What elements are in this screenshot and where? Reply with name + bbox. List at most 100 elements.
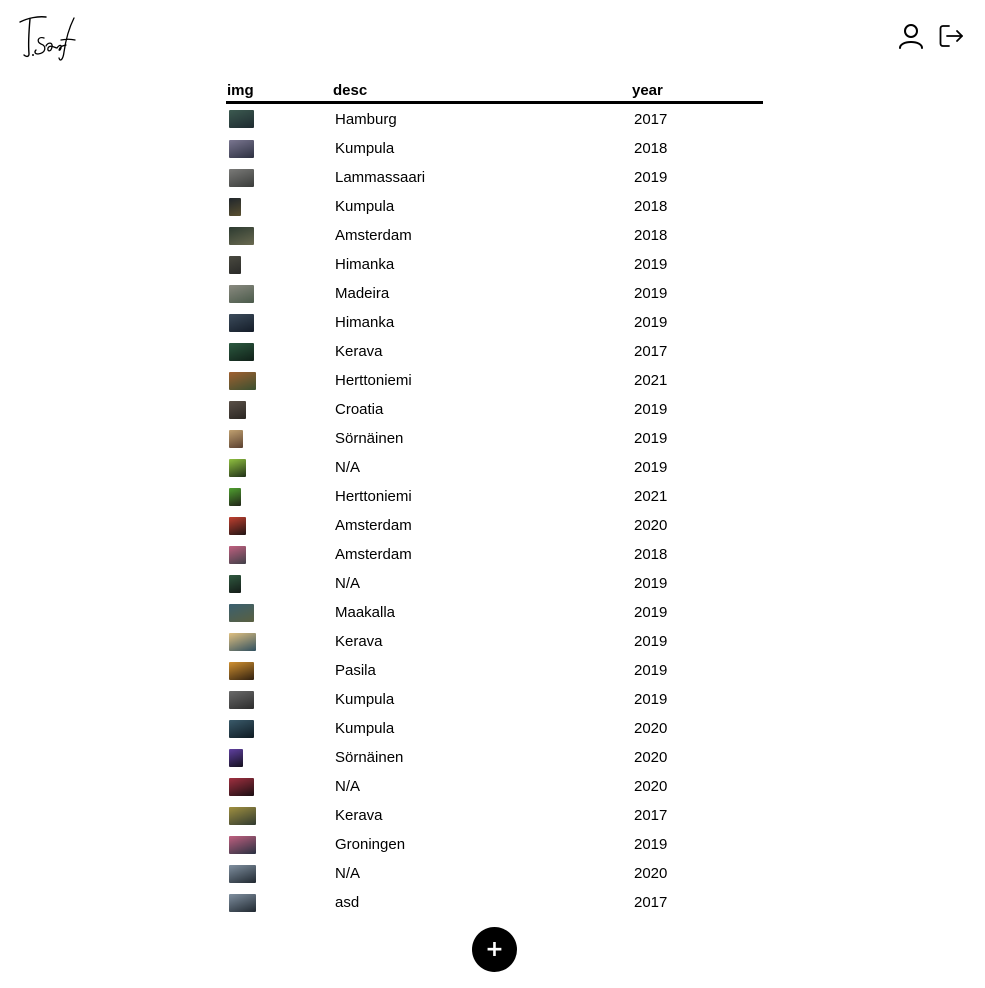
photo-thumbnail[interactable] [229,255,241,274]
table-row[interactable]: Amsterdam 2020 [226,511,763,540]
photo-thumbnail[interactable] [229,864,256,883]
table-row[interactable]: Kerava 2017 [226,337,763,366]
thumbnail-cell [226,888,332,917]
photo-thumbnail[interactable] [229,168,254,187]
photo-thumbnail[interactable] [229,226,254,245]
thumbnail-cell [226,279,332,308]
logo [19,16,76,61]
photo-thumbnail[interactable] [229,719,254,738]
photo-thumbnail[interactable] [229,110,254,128]
year-cell: 2018 [634,227,668,244]
thumbnail-cell [226,569,332,598]
table-row[interactable]: Kumpula 2019 [226,685,763,714]
desc-cell: Himanka [335,256,395,273]
photo-thumbnail[interactable] [229,835,256,854]
column-header-desc[interactable]: desc [332,82,631,104]
desc-cell: Sörnäinen [335,749,404,766]
photo-thumbnail[interactable] [229,545,246,564]
column-header-img[interactable]: img [226,82,332,104]
table-row[interactable]: Groningen 2019 [226,830,763,859]
table-row[interactable]: asd 2017 [226,888,763,917]
thumbnail-cell [226,308,332,337]
table-row[interactable]: Maakalla 2019 [226,598,763,627]
year-cell: 2019 [634,836,668,853]
desc-cell: Amsterdam [335,517,412,534]
photo-thumbnail[interactable] [229,400,246,419]
table-row[interactable]: Pasila 2019 [226,656,763,685]
photo-thumbnail[interactable] [229,603,254,622]
table-row[interactable]: Kumpula 2020 [226,714,763,743]
table-row[interactable]: Lammassaari 2019 [226,163,763,192]
year-cell: 2021 [634,488,668,505]
thumbnail-cell [226,424,332,453]
table-row[interactable]: Amsterdam 2018 [226,540,763,569]
photo-thumbnail[interactable] [229,893,256,912]
table-row[interactable]: N/A 2019 [226,453,763,482]
add-button[interactable]: + [472,927,517,972]
year-cell: 2017 [634,807,668,824]
year-cell: 2018 [634,140,668,157]
thumbnail-cell [226,511,332,540]
photo-thumbnail[interactable] [229,777,254,796]
column-header-year[interactable]: year [631,82,763,104]
year-cell: 2019 [634,401,668,418]
photo-thumbnail[interactable] [229,632,256,651]
photo-thumbnail[interactable] [229,371,256,390]
table-row[interactable]: Herttoniemi 2021 [226,366,763,395]
table-row[interactable]: Croatia 2019 [226,395,763,424]
year-cell: 2019 [634,691,668,708]
desc-cell: asd [335,894,360,911]
photo-thumbnail[interactable] [229,487,241,506]
desc-cell: Amsterdam [335,546,412,563]
table-row[interactable]: Amsterdam 2018 [226,221,763,250]
photo-thumbnail[interactable] [229,313,254,332]
table-row[interactable]: Kerava 2019 [226,627,763,656]
desc-cell: Himanka [335,314,395,331]
year-cell: 2019 [634,256,668,273]
table-row[interactable]: N/A 2020 [226,859,763,888]
year-cell: 2019 [634,633,668,650]
table-header-row: img desc year [226,82,763,104]
table-row[interactable]: Himanka 2019 [226,250,763,279]
photo-thumbnail[interactable] [229,748,243,767]
desc-cell: Maakalla [335,604,396,621]
thumbnail-cell [226,163,332,192]
table-row[interactable]: Sörnäinen 2020 [226,743,763,772]
table-row[interactable]: Herttoniemi 2021 [226,482,763,511]
desc-cell: Kumpula [335,198,395,215]
table-row[interactable]: Kumpula 2018 [226,192,763,221]
thumbnail-cell [226,192,332,221]
table-row[interactable]: N/A 2019 [226,569,763,598]
year-cell: 2017 [634,343,668,360]
thumbnail-cell [226,627,332,656]
desc-cell: N/A [335,459,361,476]
photo-thumbnail[interactable] [229,690,254,709]
photo-thumbnail[interactable] [229,806,256,825]
desc-cell: Groningen [335,836,406,853]
photo-thumbnail[interactable] [229,574,241,593]
thumbnail-cell [226,221,332,250]
table-row[interactable]: Madeira 2019 [226,279,763,308]
photo-thumbnail[interactable] [229,284,254,303]
table-row[interactable]: N/A 2020 [226,772,763,801]
table-row[interactable]: Kumpula 2018 [226,134,763,163]
logout-icon[interactable] [938,23,964,49]
desc-cell: Madeira [335,285,390,302]
photo-thumbnail[interactable] [229,429,243,448]
photo-thumbnail[interactable] [229,197,241,216]
thumbnail-cell [226,134,332,163]
user-icon[interactable] [898,23,924,49]
table-row[interactable]: Kerava 2017 [226,801,763,830]
photo-thumbnail[interactable] [229,458,246,477]
photo-thumbnail[interactable] [229,661,254,680]
year-cell: 2019 [634,459,668,476]
photo-thumbnail[interactable] [229,516,246,535]
table-row[interactable]: Hamburg 2017 [226,103,763,135]
photo-thumbnail[interactable] [229,139,254,158]
desc-cell: Lammassaari [335,169,426,186]
table-row[interactable]: Himanka 2019 [226,308,763,337]
table-row[interactable]: Sörnäinen 2019 [226,424,763,453]
thumbnail-cell [226,743,332,772]
photo-thumbnail[interactable] [229,342,254,361]
desc-cell: N/A [335,865,361,882]
